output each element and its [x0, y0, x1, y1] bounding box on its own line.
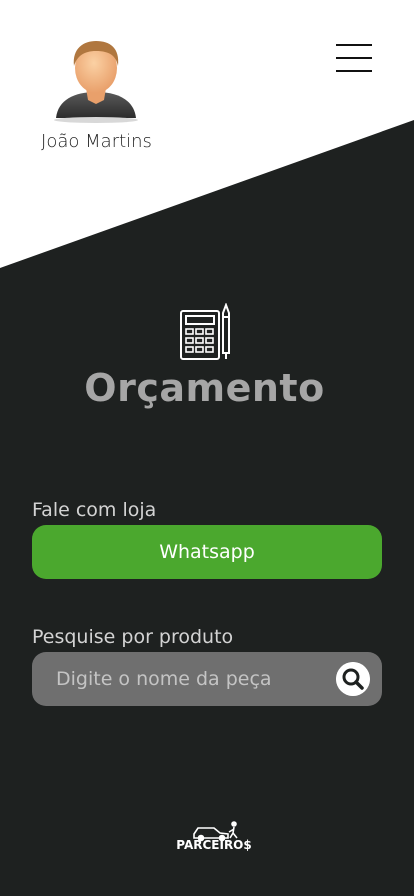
user-name: João Martins	[41, 131, 152, 152]
contact-label: Fale com loja	[32, 499, 157, 521]
hamburger-menu-icon[interactable]	[334, 42, 374, 74]
search-input[interactable]	[56, 652, 326, 706]
calculator-pencil-icon	[180, 303, 230, 360]
search-icon[interactable]	[336, 662, 370, 696]
brand-logo-text: PARCEIRO$	[176, 838, 252, 852]
page-title: Orçamento	[84, 366, 325, 410]
search-label: Pesquise por produto	[32, 626, 234, 648]
search-box	[32, 652, 382, 706]
user-avatar-icon[interactable]	[52, 38, 140, 124]
whatsapp-button[interactable]: Whatsapp	[32, 525, 382, 579]
